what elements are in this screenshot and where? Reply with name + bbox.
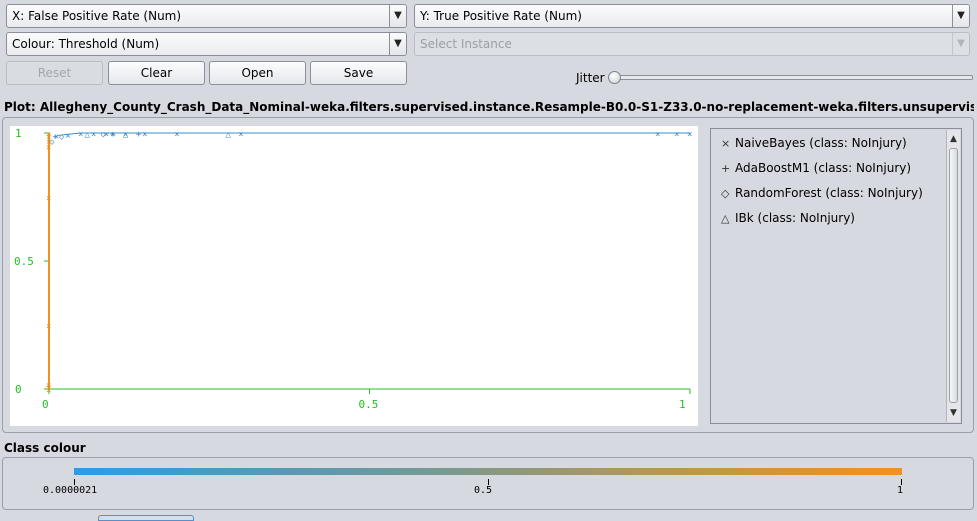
class-colour-title: Class colour (4, 441, 86, 455)
data-point: × (687, 130, 692, 140)
colour-mid-label: 0.5 (474, 485, 493, 496)
legend-symbol-icon: × (721, 137, 731, 150)
jitter-slider-thumb[interactable] (608, 71, 621, 84)
bottom-tab[interactable] (98, 515, 194, 521)
data-point: + (110, 130, 116, 140)
scrollbar-thumb[interactable] (949, 148, 958, 403)
legend-scrollbar[interactable]: ▲ ▼ (946, 130, 960, 422)
select-instance-dropdown[interactable]: Select Instance ▼ (414, 32, 970, 56)
data-point: × (46, 130, 51, 140)
jitter-label: Jitter (576, 71, 605, 85)
legend-label: AdaBoostM1 (class: NoInjury) (735, 161, 912, 175)
legend-item[interactable]: ◇ RandomForest (class: NoInjury) (721, 186, 923, 200)
select-instance-label: Select Instance (420, 37, 512, 51)
x-tick-label: 0.5 (359, 398, 379, 411)
data-point: × (91, 130, 96, 140)
scroll-down-icon[interactable]: ▼ (947, 406, 960, 420)
series-line (56, 132, 690, 137)
data-point: × (142, 130, 147, 140)
legend-item[interactable]: × NaiveBayes (class: NoInjury) (721, 136, 907, 150)
data-point: × (674, 130, 679, 140)
legend-item[interactable]: + AdaBoostM1 (class: NoInjury) (721, 161, 911, 175)
data-point: × (174, 130, 179, 140)
data-point: × (46, 381, 51, 391)
data-point: + (136, 130, 142, 140)
legend-item[interactable]: △ IBk (class: NoInjury) (721, 211, 855, 225)
legend-label: NaiveBayes (class: NoInjury) (735, 136, 907, 150)
data-point: ◇ (59, 133, 65, 143)
legend-symbol-icon: △ (721, 212, 730, 225)
plot-area[interactable]: 0 0 0.5 0.5 1 1 × × × × × × × × × × × × × + + + ◇ ◇ ◇ △ △ △ × × × × × × × ×… (10, 126, 698, 426)
y-tick-label: 0 (15, 383, 22, 396)
legend-symbol-icon: + (721, 162, 731, 175)
scroll-up-icon[interactable]: ▲ (947, 132, 960, 146)
colour-max-label: 1 (897, 485, 904, 496)
legend-label: RandomForest (class: NoInjury) (735, 186, 923, 200)
chevron-down-icon: ▼ (952, 5, 969, 27)
chevron-down-icon: ▼ (389, 5, 406, 27)
data-point: × (46, 322, 51, 332)
x-axis-select-value: X: False Positive Rate (Num) (12, 9, 182, 23)
y-tick-label: 0.5 (14, 255, 34, 268)
legend-label: IBk (class: NoInjury) (735, 211, 855, 225)
colour-min-label: 0.0000021 (43, 485, 98, 496)
data-point: × (655, 130, 660, 140)
plot-title: Plot: Allegheny_County_Crash_Data_Nomina… (4, 100, 974, 114)
data-point: × (46, 194, 51, 204)
class-colour-gradient (74, 468, 902, 475)
jitter-slider-track[interactable] (612, 75, 973, 80)
clear-button[interactable]: Clear (108, 61, 205, 85)
data-point: × (78, 130, 83, 140)
data-point: ◇ (100, 130, 106, 140)
legend-panel: × NaiveBayes (class: NoInjury) + AdaBoostM1… (710, 128, 962, 424)
chevron-down-icon: ▼ (389, 33, 406, 55)
open-button[interactable]: Open (209, 61, 306, 85)
y-axis-select[interactable]: Y: True Positive Rate (Num) ▼ (414, 4, 970, 28)
x-axis-select[interactable]: X: False Positive Rate (Num) ▼ (6, 4, 407, 28)
data-point: △ (225, 130, 231, 140)
y-axis-select-value: Y: True Positive Rate (Num) (420, 9, 582, 23)
roc-chart: 000.50.511 × × × × × × × × × × × × ×+ + +◇◇ ◇△ △ △××××××××… (14, 127, 692, 411)
x-tick-label: 0 (42, 398, 49, 411)
data-point: × (238, 130, 243, 140)
save-button[interactable]: Save (310, 61, 407, 85)
x-tick-label: 1 (679, 398, 686, 411)
chevron-down-icon: ▼ (952, 33, 969, 55)
data-point: △ (84, 130, 90, 140)
legend-symbol-icon: ◇ (721, 187, 730, 200)
y-tick-label: 1 (15, 127, 22, 140)
colour-select-value: Colour: Threshold (Num) (12, 37, 160, 51)
data-point: △ (123, 130, 129, 140)
data-point: × (65, 131, 70, 141)
colour-select[interactable]: Colour: Threshold (Num) ▼ (6, 32, 407, 56)
reset-button[interactable]: Reset (6, 61, 103, 85)
